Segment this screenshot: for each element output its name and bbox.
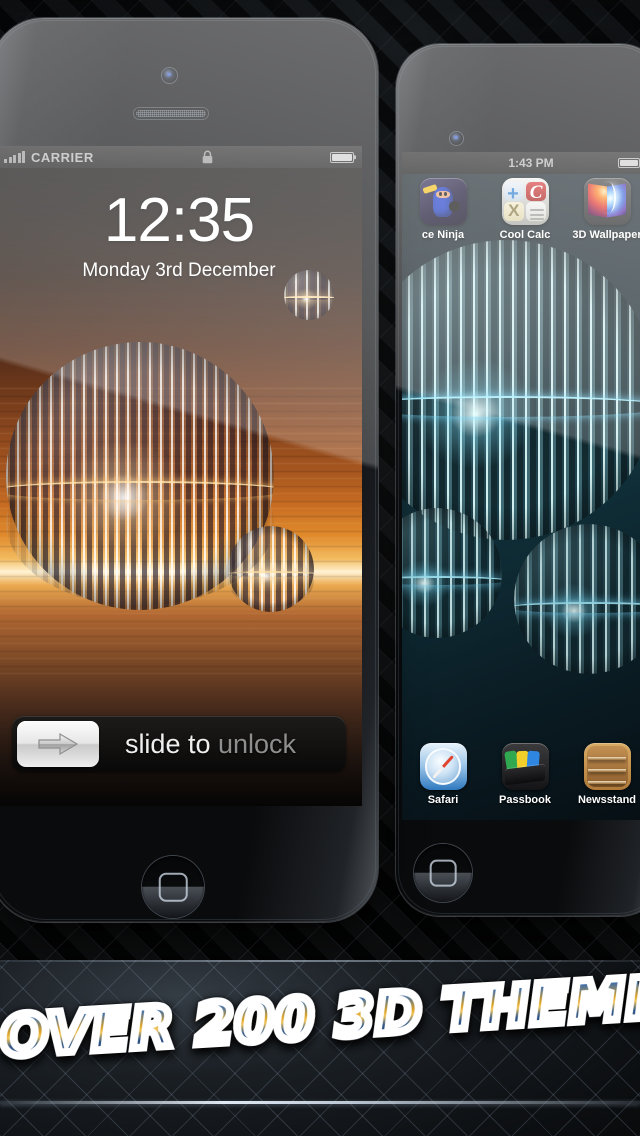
phone-b-screen: 1:43 PM ce Ninja + C X Cool Calc 3D Wall…: [402, 152, 640, 820]
app-grid-row: ce Ninja + C X Cool Calc 3D Wallpaper: [402, 178, 640, 241]
phone-springboard: 1:43 PM ce Ninja + C X Cool Calc 3D Wall…: [396, 44, 640, 916]
earpiece-speaker-icon: [134, 108, 208, 119]
signal-bars-icon: [4, 151, 25, 163]
banner-bottom-divider: [0, 1101, 640, 1104]
clock-date: Monday 3rd December: [82, 260, 276, 281]
battery-icon: [330, 151, 355, 163]
phone-lockscreen: CARRIER 12:35 Monday 3rd December slide …: [0, 18, 378, 922]
padlock-icon: [203, 150, 213, 164]
battery-icon: [617, 158, 640, 168]
app-item-3d-wallpaper[interactable]: 3D Wallpaper: [566, 178, 640, 241]
wallpaper-sphere-main: [402, 240, 640, 540]
phone-a-status-bar: CARRIER: [0, 146, 362, 168]
arrow-right-icon: [38, 732, 79, 756]
dock-item-safari[interactable]: Safari: [402, 743, 484, 806]
banner-top-divider: [0, 960, 640, 962]
dock-label: Passbook: [499, 794, 551, 806]
dock-item-newsstand[interactable]: Newsstand: [566, 743, 640, 806]
calculator-app-icon[interactable]: + C X: [501, 178, 549, 225]
carrier-label: CARRIER: [31, 149, 94, 165]
dock-label: Safari: [427, 794, 459, 806]
dock-row: Safari Passbook Newsstand: [402, 743, 640, 806]
slide-to-unlock-knob[interactable]: [17, 721, 99, 767]
promo-banner: OVER 200 3D THEMES: [0, 960, 640, 1136]
front-camera-icon: [162, 68, 177, 83]
app-item-ninja[interactable]: ce Ninja: [402, 178, 484, 241]
status-time: 1:43 PM: [508, 156, 554, 170]
wallpaper-app-icon[interactable]: [583, 178, 631, 225]
dock-label: Newsstand: [577, 794, 637, 806]
app-label: ce Ninja: [421, 229, 465, 241]
app-label: Cool Calc: [499, 229, 551, 241]
slide-text-active: slide to: [124, 728, 218, 759]
ninja-app-icon[interactable]: [419, 178, 467, 225]
lockscreen-clock: 12:35 Monday 3rd December: [0, 190, 362, 282]
newsstand-shelf-icon[interactable]: [583, 743, 631, 790]
wallpaper-sphere-reflection-small: [228, 554, 314, 608]
phone-b-status-bar: 1:43 PM: [402, 152, 640, 174]
app-item-cool-calc[interactable]: + C X Cool Calc: [484, 178, 566, 241]
safari-compass-icon[interactable]: [419, 743, 467, 790]
slide-text-dim: unlock: [218, 728, 297, 759]
clock-time: 12:35: [103, 186, 255, 255]
dock-item-passbook[interactable]: Passbook: [484, 743, 566, 806]
slide-to-unlock-label: slide to unlock: [99, 729, 346, 760]
screenshot-stage: 1:43 PM ce Ninja + C X Cool Calc 3D Wall…: [0, 0, 640, 1136]
phone-a-screen: CARRIER 12:35 Monday 3rd December slide …: [0, 146, 362, 806]
app-label: 3D Wallpaper: [572, 229, 640, 241]
home-button-icon[interactable]: [142, 856, 204, 918]
slide-to-unlock-bar[interactable]: slide to unlock: [12, 716, 346, 772]
home-button-icon[interactable]: [414, 844, 472, 902]
passbook-cards-icon[interactable]: [501, 743, 549, 790]
front-camera-icon: [450, 132, 463, 145]
